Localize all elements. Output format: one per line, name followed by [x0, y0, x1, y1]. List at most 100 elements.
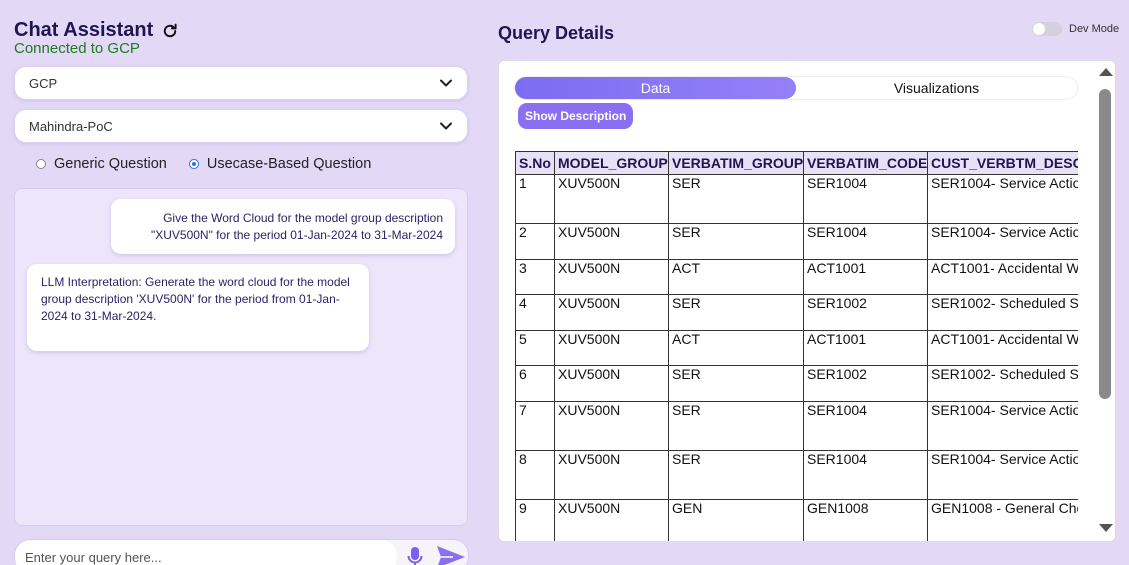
table-cell: SER	[668, 294, 804, 331]
table-row[interactable]: 5XUV500NACTACT1001ACT1001- Accidental Wo…	[515, 330, 1078, 366]
table-cell: GEN	[668, 499, 804, 541]
table-header-row: S.No MODEL_GROUP VERBATIM_GROUP VERBATIM…	[515, 151, 1078, 175]
chevron-down-icon	[440, 79, 452, 87]
table-row[interactable]: 8 XUV500N SER SER1004 SER1004- Service Actio…	[515, 450, 1078, 500]
project-select[interactable]: Mahindra-PoC	[14, 109, 468, 143]
table-cell: XUV500N	[554, 401, 669, 451]
column-header[interactable]: CUST_VERBTM_DESC	[927, 151, 1078, 175]
connection-status: Connected to GCP	[14, 40, 140, 57]
scroll-down-icon[interactable]	[1099, 524, 1113, 532]
table-cell: XUV500N	[554, 259, 669, 295]
table-row[interactable]: 7 XUV500N SER SER1004 SER1004- Service Actio…	[515, 401, 1078, 451]
table-cell: 6	[515, 365, 555, 402]
radio-label: Usecase-Based Question	[206, 156, 372, 172]
table-cell: SER1004	[803, 174, 928, 224]
query-details-card: Data Visualizations Show Description S.N…	[498, 60, 1116, 542]
table-cell: XUV500N	[554, 499, 669, 541]
microphone-icon[interactable]	[407, 546, 423, 565]
table-cell: SER1004- Service Action	[927, 223, 1078, 260]
table-cell: ACT	[668, 259, 804, 295]
table-cell: SER1002	[803, 294, 928, 331]
radio-usecase-question[interactable]: Usecase-Based Question	[188, 156, 372, 172]
radio-label: Generic Question	[54, 156, 167, 172]
tab-bar: Data Visualizations	[515, 77, 1077, 99]
table-cell: SER	[668, 174, 804, 224]
table-cell: SER1004	[803, 223, 928, 260]
table-cell: SER	[668, 401, 804, 451]
table-cell: SER1004	[803, 401, 928, 451]
tab-visualizations[interactable]: Visualizations	[796, 77, 1077, 99]
table-cell: ACT1001	[803, 330, 928, 366]
table-cell: XUV500N	[554, 330, 669, 366]
show-description-button[interactable]: Show Description	[518, 103, 634, 129]
table-cell: SER	[668, 365, 804, 402]
table-cell: SER	[668, 450, 804, 500]
table-cell: XUV500N	[554, 450, 669, 500]
table-cell: 3	[515, 259, 555, 295]
table-cell: SER1002	[803, 365, 928, 402]
table-row[interactable]: 2 XUV500N SER SER1004 SER1004- Service Actio…	[515, 223, 1078, 260]
query-details-title: Query Details	[498, 23, 615, 43]
table-row[interactable]: 9XUV500NGENGEN1008GEN1008 - General Chec…	[515, 499, 1078, 541]
table-row[interactable]: 4XUV500NSERSER1002SER1002- Scheduled Ser…	[515, 294, 1078, 331]
table-cell: GEN1008 - General Checkup	[927, 499, 1078, 541]
send-icon[interactable]	[435, 544, 467, 565]
column-header[interactable]: MODEL_GROUP	[554, 151, 669, 175]
table-row[interactable]: 3XUV500NACTACT1001ACT1001- Accidental Wo…	[515, 259, 1078, 295]
scroll-up-icon[interactable]	[1099, 68, 1113, 76]
column-header[interactable]: S.No	[515, 151, 555, 175]
table-cell: 5	[515, 330, 555, 366]
table-cell: SER1002- Scheduled Service	[927, 294, 1078, 331]
table-cell: XUV500N	[554, 365, 669, 402]
dev-mode-label: Dev Mode	[1069, 23, 1120, 35]
table-cell: 7	[515, 401, 555, 451]
table-cell: XUV500N	[554, 294, 669, 331]
question-type-group: Generic Question Usecase-Based Question	[36, 156, 371, 172]
table-cell: ACT1001	[803, 259, 928, 295]
tab-data[interactable]: Data	[515, 77, 796, 99]
radio-generic-question[interactable]: Generic Question	[36, 156, 167, 172]
table-cell: 2	[515, 223, 555, 260]
table-cell: XUV500N	[554, 223, 669, 260]
cloud-select-value: GCP	[29, 75, 58, 91]
project-select-value: Mahindra-PoC	[29, 118, 113, 134]
table-row[interactable]: 1 XUV500N SER SER1004 SER1004- Service Actio…	[515, 174, 1078, 224]
scrollbar-thumb[interactable]	[1099, 89, 1111, 399]
table-cell: SER1004- Service Action	[927, 450, 1078, 500]
table-cell: SER1004- Service Action	[927, 401, 1078, 451]
column-header[interactable]: VERBATIM_GROUP	[668, 151, 804, 175]
cloud-select[interactable]: GCP	[14, 66, 468, 100]
table-cell: 8	[515, 450, 555, 500]
table-cell: SER1004- Service Action	[927, 174, 1078, 224]
toggle-switch[interactable]	[1032, 22, 1062, 36]
llm-message: LLM Interpretation: Generate the word cl…	[27, 264, 369, 351]
table-cell: 4	[515, 294, 555, 331]
table-cell: SER	[668, 223, 804, 260]
table-cell: SER1004	[803, 450, 928, 500]
column-header[interactable]: VERBATIM_CODE	[803, 151, 928, 175]
query-input[interactable]	[15, 540, 397, 565]
chat-history[interactable]: Give the Word Cloud for the model group …	[14, 188, 468, 526]
table-cell: XUV500N	[554, 174, 669, 224]
table-cell: ACT1001- Accidental Work	[927, 259, 1078, 295]
user-message: Give the Word Cloud for the model group …	[111, 199, 455, 254]
table-cell: GEN1008	[803, 499, 928, 541]
table-cell: ACT1001- Accidental Work	[927, 330, 1078, 366]
chat-panel: Chat Assistant Connected to GCP GCP Mahi…	[0, 0, 480, 565]
data-table-container[interactable]: S.No MODEL_GROUP VERBATIM_GROUP VERBATIM…	[515, 151, 1078, 541]
table-cell: 1	[515, 174, 555, 224]
radio-button-selected[interactable]	[188, 159, 199, 169]
table-cell: ACT	[668, 330, 804, 366]
table-row[interactable]: 6XUV500NSERSER1002SER1002- Scheduled Ser…	[515, 365, 1078, 402]
header: Chat Assistant	[14, 19, 179, 42]
data-table: S.No MODEL_GROUP VERBATIM_GROUP VERBATIM…	[515, 151, 1078, 541]
refresh-icon[interactable]	[161, 22, 179, 40]
table-cell: SER1002- Scheduled Service	[927, 365, 1078, 402]
query-bar	[14, 539, 469, 565]
dev-mode-toggle[interactable]: Dev Mode	[1032, 22, 1119, 36]
chevron-down-icon	[440, 122, 452, 130]
radio-button[interactable]	[36, 159, 46, 169]
app-title: Chat Assistant	[14, 19, 154, 41]
vertical-scrollbar[interactable]	[1096, 61, 1115, 541]
table-cell: 9	[515, 499, 555, 541]
